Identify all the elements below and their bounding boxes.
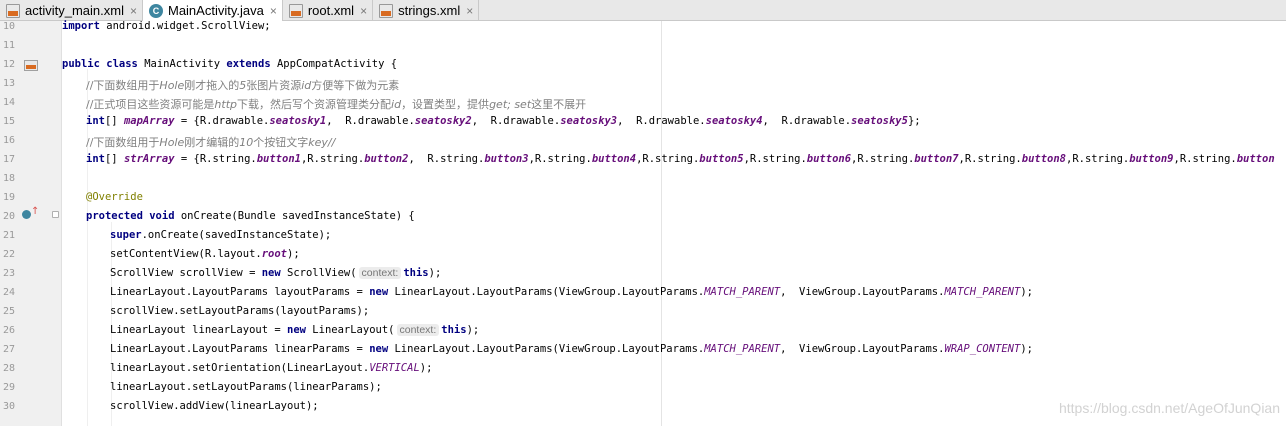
code-line-29: linearLayout.setLayoutParams(linearParam…	[110, 381, 382, 393]
code-editor[interactable]: import android.widget.ScrollView; public…	[0, 0, 1286, 426]
code-line-23: ScrollView scrollView = new ScrollView(c…	[110, 267, 442, 279]
code-line-15: int[] mapArray = {R.drawable.seatosky1, …	[86, 115, 921, 127]
code-line-21: super.onCreate(savedInstanceState);	[110, 229, 332, 241]
code-line-17: int[] strArray = {R.string.button1,R.str…	[86, 153, 1275, 165]
code-line-27: LinearLayout.LayoutParams linearParams =…	[110, 343, 1033, 355]
code-line-20: protected void onCreate(Bundle savedInst…	[86, 210, 415, 222]
code-line-16: //下面数组用于Hole刚才编辑的10个按钮文字key//	[86, 136, 336, 149]
parameter-hint: context:	[396, 324, 440, 336]
code-line-26: LinearLayout linearLayout = new LinearLa…	[110, 324, 480, 336]
code-line-25: scrollView.setLayoutParams(layoutParams)…	[110, 305, 370, 317]
code-line-13: //下面数组用于Hole刚才拖入的5张图片资源id方便等下做为元素	[86, 79, 400, 92]
code-line-22: setContentView(R.layout.root);	[110, 248, 300, 260]
code-line-14: //正式项目这些资源可能是http下载，然后写个资源管理类分配id，设置类型，提…	[86, 98, 587, 111]
code-line-19: @Override	[86, 191, 143, 203]
parameter-hint: context:	[358, 267, 402, 279]
watermark: https://blog.csdn.net/AgeOfJunQian	[1058, 400, 1280, 416]
code-line-10: import android.widget.ScrollView;	[62, 20, 271, 32]
code-line-12: public class MainActivity extends AppCom…	[62, 58, 398, 70]
code-line-24: LinearLayout.LayoutParams layoutParams =…	[110, 286, 1033, 298]
code-line-28: linearLayout.setOrientation(LinearLayout…	[110, 362, 433, 374]
code-line-30: scrollView.addView(linearLayout);	[110, 400, 319, 412]
